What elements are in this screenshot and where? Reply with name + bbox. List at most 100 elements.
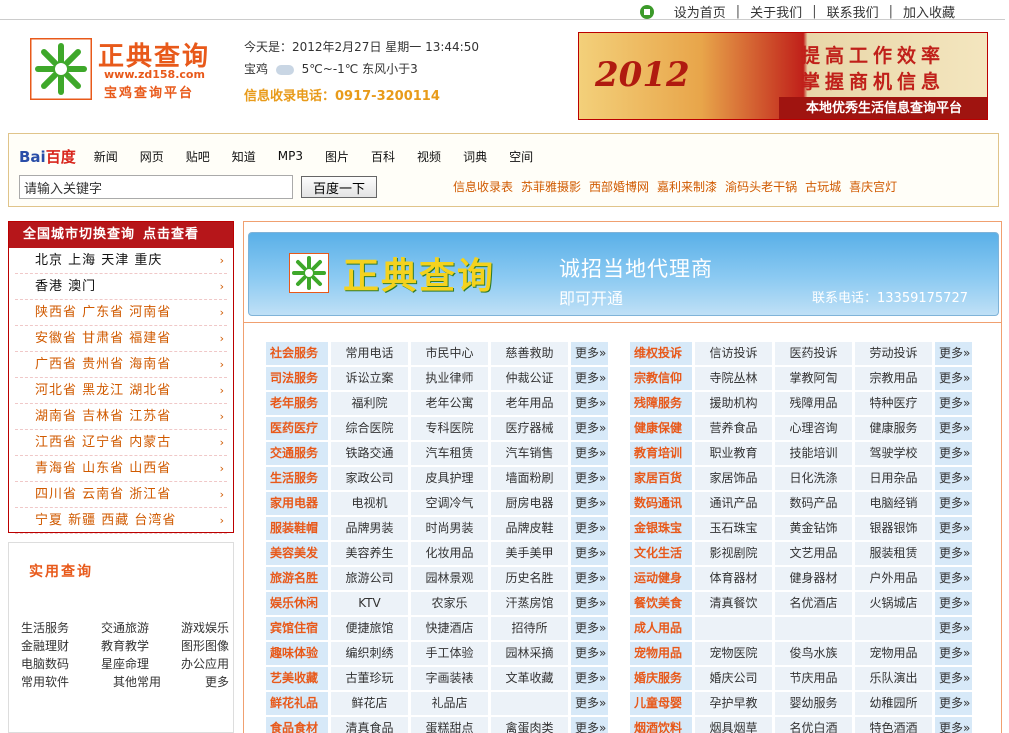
more-link[interactable]: 更多» [935,692,972,715]
category-item[interactable]: 医药投诉 [775,342,852,365]
category-label[interactable]: 服装鞋帽 [266,517,328,540]
useful-query-link[interactable]: 办公应用 [181,655,229,673]
hot-link[interactable]: 古玩城 [805,178,841,195]
category-item[interactable]: 历史名胜 [491,567,568,590]
category-label[interactable]: 教育培训 [630,442,692,465]
more-link[interactable]: 更多» [571,692,608,715]
city-row[interactable]: 北京 上海 天津 重庆 › [15,248,227,274]
baidu-nav-web[interactable]: 网页 [140,148,164,165]
category-item[interactable]: 体育器材 [695,567,772,590]
category-label[interactable]: 社会服务 [266,342,328,365]
city-row[interactable]: 四川省 云南省 浙江省 › [15,482,227,508]
category-item[interactable]: 品牌男装 [331,517,408,540]
category-label[interactable]: 宾馆住宿 [266,617,328,640]
category-item[interactable]: 劳动投诉 [855,342,932,365]
category-item[interactable]: 名优酒店 [775,592,852,615]
city-row[interactable]: 江西省 辽宁省 内蒙古 › [15,430,227,456]
more-link[interactable]: 更多» [935,717,972,733]
category-item[interactable]: 通讯产品 [695,492,772,515]
more-link[interactable]: 更多» [935,342,972,365]
hot-link[interactable]: 渝码头老干锅 [725,178,797,195]
category-item[interactable]: 化妆用品 [411,542,488,565]
category-item[interactable]: 名优白酒 [775,717,852,733]
category-item[interactable]: 心理咨询 [775,417,852,440]
category-label[interactable]: 生活服务 [266,467,328,490]
more-link[interactable]: 更多» [935,492,972,515]
useful-query-link[interactable]: 金融理财 [21,637,69,655]
category-label[interactable]: 娱乐休闲 [266,592,328,615]
category-item[interactable]: 皮具护理 [411,467,488,490]
useful-query-link[interactable]: 更多 [205,673,229,691]
baidu-nav-baike[interactable]: 百科 [371,148,395,165]
category-item[interactable]: 俊鸟水族 [775,642,852,665]
category-item[interactable]: 蛋糕甜点 [411,717,488,733]
city-row[interactable]: 宁夏 新疆 西藏 台湾省 › [15,508,227,534]
more-link[interactable]: 更多» [571,642,608,665]
more-link[interactable]: 更多» [571,342,608,365]
category-item[interactable]: 执业律师 [411,367,488,390]
category-item[interactable]: 玉石珠宝 [695,517,772,540]
category-item[interactable]: 古董珍玩 [331,667,408,690]
category-item[interactable]: 户外用品 [855,567,932,590]
more-link[interactable]: 更多» [935,442,972,465]
more-link[interactable]: 更多» [935,642,972,665]
baidu-search-input[interactable] [19,175,293,199]
baidu-nav-mp3[interactable]: MP3 [278,149,303,163]
category-label[interactable]: 食品食材 [266,717,328,733]
category-item[interactable]: 健身器材 [775,567,852,590]
city-row[interactable]: 广西省 贵州省 海南省 › [15,352,227,378]
category-item[interactable]: KTV [331,592,408,615]
hot-link[interactable]: 西部婚博网 [589,178,649,195]
category-item[interactable]: 宠物医院 [695,642,772,665]
category-item[interactable]: 银器银饰 [855,517,932,540]
category-label[interactable]: 家用电器 [266,492,328,515]
more-link[interactable]: 更多» [935,467,972,490]
category-item[interactable]: 汗蒸房馆 [491,592,568,615]
baidu-logo[interactable]: Bai百度 [19,146,76,167]
category-item[interactable]: 婚庆公司 [695,667,772,690]
category-label[interactable]: 运动健身 [630,567,692,590]
category-item[interactable]: 仲裁公证 [491,367,568,390]
useful-query-link[interactable]: 交通旅游 [101,619,149,637]
baidu-nav-tieba[interactable]: 贴吧 [186,148,210,165]
category-item[interactable]: 老年公寓 [411,392,488,415]
category-label[interactable]: 维权投诉 [630,342,692,365]
category-item[interactable]: 福利院 [331,392,408,415]
contact-us-link[interactable]: 联系我们 [827,2,879,21]
more-link[interactable]: 更多» [935,417,972,440]
category-item[interactable]: 影视剧院 [695,542,772,565]
category-item[interactable]: 园林采摘 [491,642,568,665]
category-item[interactable]: 文艺用品 [775,542,852,565]
category-item[interactable]: 援助机构 [695,392,772,415]
category-label[interactable]: 交通服务 [266,442,328,465]
set-homepage-link[interactable]: 设为首页 [674,2,726,21]
category-item[interactable]: 寺院丛林 [695,367,772,390]
category-label[interactable]: 数码通讯 [630,492,692,515]
category-item[interactable]: 特种医疗 [855,392,932,415]
category-label[interactable]: 司法服务 [266,367,328,390]
city-row[interactable]: 香港 澳门 › [15,274,227,300]
category-label[interactable]: 鲜花礼品 [266,692,328,715]
category-item[interactable]: 信访投诉 [695,342,772,365]
category-label[interactable]: 餐饮美食 [630,592,692,615]
category-item[interactable]: 烟具烟草 [695,717,772,733]
more-link[interactable]: 更多» [935,517,972,540]
category-label[interactable]: 烟酒饮料 [630,717,692,733]
category-item[interactable]: 火锅城店 [855,592,932,615]
category-item[interactable]: 健康服务 [855,417,932,440]
category-label[interactable]: 医药医疗 [266,417,328,440]
agent-banner[interactable]: 正典查询 诚招当地代理商 即可开通 联系电话：13359175727 [248,232,999,316]
hot-link[interactable]: 喜庆宫灯 [849,178,897,195]
category-item[interactable]: 孕护早教 [695,692,772,715]
more-link[interactable]: 更多» [935,617,972,640]
category-label[interactable]: 趣味体验 [266,642,328,665]
category-item[interactable]: 宗教用品 [855,367,932,390]
more-link[interactable]: 更多» [571,392,608,415]
category-item[interactable]: 电视机 [331,492,408,515]
useful-query-link[interactable]: 游戏娱乐 [181,619,229,637]
useful-query-link[interactable]: 图形图像 [181,637,229,655]
useful-query-link[interactable]: 星座命理 [101,655,149,673]
category-item[interactable]: 宠物用品 [855,642,932,665]
more-link[interactable]: 更多» [935,392,972,415]
category-label[interactable]: 婚庆服务 [630,667,692,690]
